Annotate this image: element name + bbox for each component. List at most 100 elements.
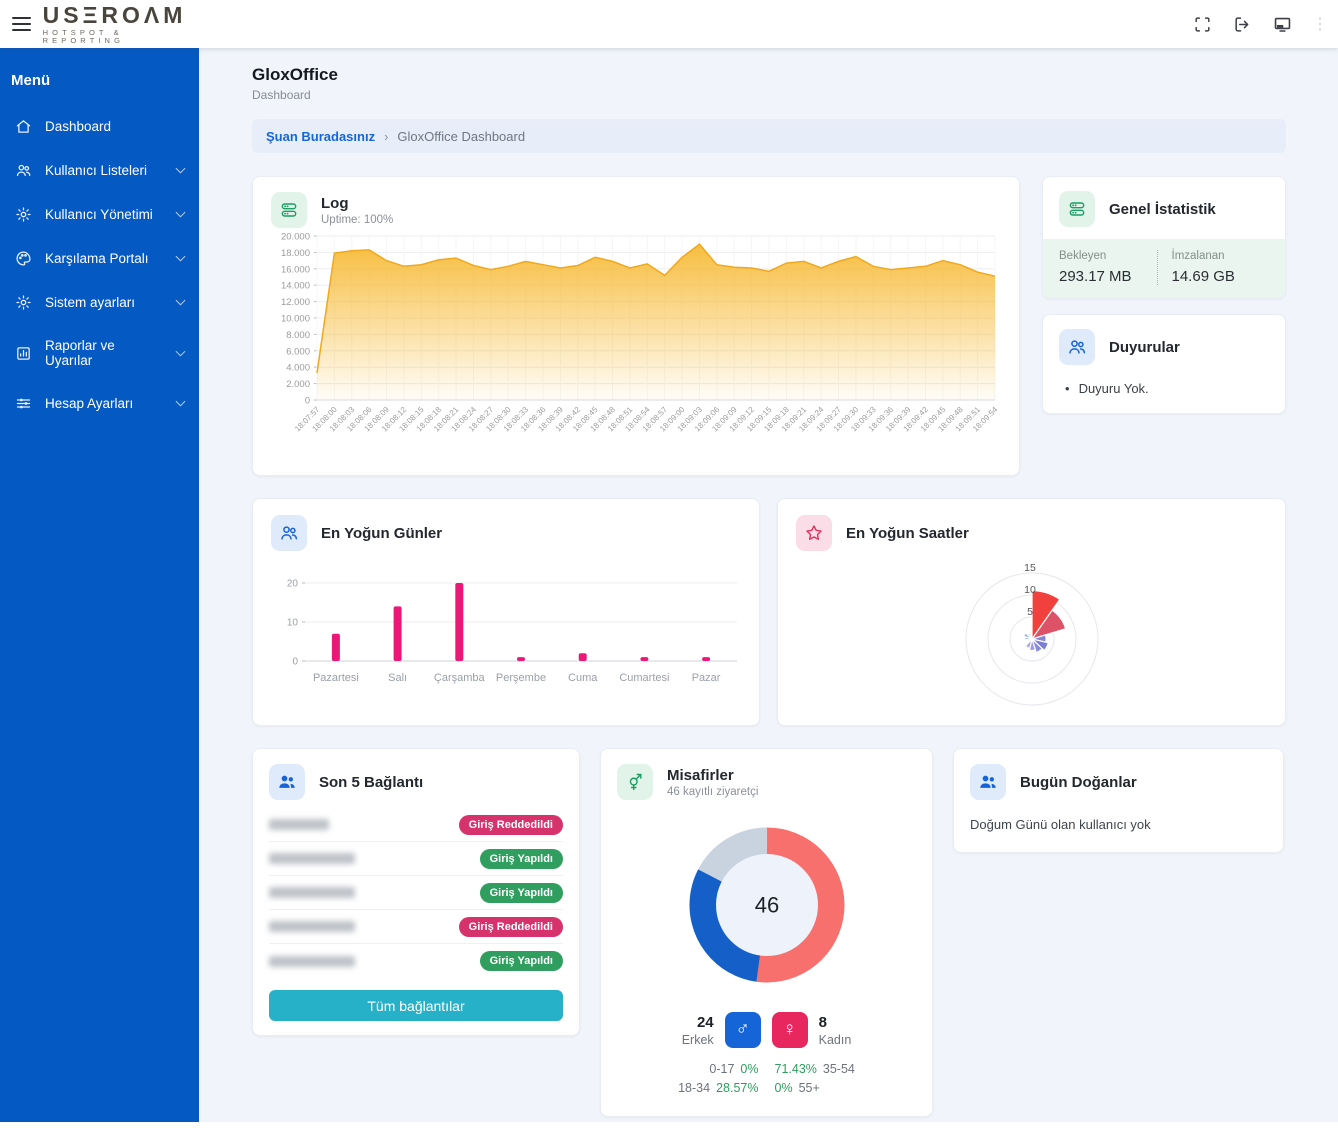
svg-text:Salı: Salı [388, 672, 407, 684]
sidebar-item-kullan-c-y-netimi[interactable]: Kullanıcı Yönetimi [0, 197, 199, 232]
chevron-down-icon [176, 252, 186, 262]
redacted-username [269, 921, 355, 932]
svg-text:0: 0 [305, 396, 310, 407]
users-icon [269, 764, 305, 800]
status-badge: Giriş Reddedildi [459, 815, 563, 835]
svg-text:14.000: 14.000 [281, 281, 310, 292]
page-subtitle: Dashboard [252, 88, 1286, 102]
svg-text:Çarşamba: Çarşamba [434, 672, 486, 684]
connection-row: Giriş Reddedildi [269, 808, 563, 842]
busiest-days-card: En Yoğun Günler 01020PazartesiSalıÇarşam… [252, 498, 760, 726]
status-badge: Giriş Reddedildi [459, 917, 563, 937]
sidebar-menu: Dashboard Kullanıcı Listeleri Kullanıcı … [0, 109, 199, 421]
age-row: 18-3428.57% [641, 1079, 759, 1098]
chevron-down-icon [176, 397, 186, 407]
svg-text:8.000: 8.000 [286, 330, 310, 341]
male-label: Erkek [682, 1033, 714, 1047]
svg-text:Cuma: Cuma [568, 672, 598, 684]
age-row: 0%55+ [775, 1079, 893, 1098]
announcements-empty-text: •Duyuru Yok. [1059, 381, 1269, 396]
log-area-chart: 02.0004.0006.0008.00010.00012.00014.0001… [271, 228, 1001, 460]
sidebar-item-dashboard[interactable]: Dashboard [0, 109, 199, 144]
server-icon [271, 192, 307, 228]
sidebar-item-label: Hesap Ayarları [45, 396, 133, 411]
redacted-username [269, 819, 329, 830]
pending-value: 293.17 MB [1059, 268, 1157, 285]
svg-text:10.000: 10.000 [281, 314, 310, 325]
sidebar-item-sistem-ayarlar-[interactable]: Sistem ayarları [0, 285, 199, 320]
breadcrumb: Şuan Buradasınız › GloxOffice Dashboard [252, 119, 1286, 153]
stats-values: Bekleyen 293.17 MB İmzalanan 14.69 GB [1043, 239, 1285, 298]
stats-card-title: Genel İstatistik [1109, 201, 1216, 218]
announcements-card: Duyurular •Duyuru Yok. [1042, 314, 1286, 414]
sidebar-item-raporlar-ve-uyar-lar[interactable]: Raporlar ve Uyarılar [0, 329, 199, 377]
sidebar-item-label: Sistem ayarları [45, 295, 135, 310]
star-icon [796, 515, 832, 551]
redacted-username [269, 853, 355, 864]
bullet-icon: • [1065, 381, 1070, 396]
birthdays-empty-text: Doğum Günü olan kullanıcı yok [970, 817, 1267, 832]
busiest-hours-card: En Yoğun Saatler 51015 [777, 498, 1286, 726]
guests-card: Misafirler 46 kayıtlı ziyaretçi 46 24 Er… [600, 748, 933, 1117]
svg-text:0: 0 [292, 657, 298, 668]
chevron-down-icon [176, 208, 186, 218]
female-icon[interactable]: ♀ [772, 1012, 808, 1048]
sidebar: Menü Dashboard Kullanıcı Listeleri Kulla… [0, 48, 199, 1122]
busiest-days-title: En Yoğun Günler [321, 525, 442, 542]
page-title: GloxOffice [252, 65, 1286, 85]
svg-text:16.000: 16.000 [281, 264, 310, 275]
male-icon[interactable]: ♂ [725, 1012, 761, 1048]
sidebar-item-label: Karşılama Portalı [45, 251, 149, 266]
all-connections-button[interactable]: Tüm bağlantılar [269, 990, 563, 1021]
guests-subtitle: 46 kayıtlı ziyaretçi [667, 786, 758, 798]
connection-list: Giriş Reddedildi Giriş Yapıldı Giriş Yap… [269, 808, 563, 978]
server-icon [1059, 191, 1095, 227]
guests-title: Misafirler [667, 767, 758, 784]
svg-text:Pazar: Pazar [692, 672, 721, 684]
users-icon [970, 764, 1006, 800]
log-card: Log Uptime: 100% 02.0004.0006.0008.00010… [252, 176, 1020, 476]
svg-text:6.000: 6.000 [286, 346, 310, 357]
logo-tagline: HOTSPOT & REPORTING [43, 29, 199, 44]
last-connections-card: Son 5 Bağlantı Giriş Reddedildi Giriş Ya… [252, 748, 580, 1036]
female-count: 8 [819, 1014, 852, 1031]
connection-row: Giriş Yapıldı [269, 876, 563, 910]
svg-text:20: 20 [287, 579, 299, 590]
svg-text:46: 46 [754, 893, 778, 918]
age-stats: 0-170% 18-3428.57% 71.43%35-54 0%55+ [617, 1060, 916, 1098]
main-content: GloxOffice Dashboard Şuan Buradasınız › … [199, 48, 1338, 1122]
signed-label: İmzalanan [1172, 250, 1270, 262]
gender-icon [617, 764, 653, 800]
sidebar-item-hesap-ayarlar-[interactable]: Hesap Ayarları [0, 386, 199, 421]
busiest-days-bar-chart: 01020PazartesiSalıÇarşambaPerşembeCumaCu… [271, 569, 743, 697]
gear-icon [15, 294, 32, 311]
busiest-hours-title: En Yoğun Saatler [846, 525, 969, 542]
logout-icon[interactable] [1232, 14, 1252, 34]
general-statistics-card: Genel İstatistik Bekleyen 293.17 MB İmza… [1042, 176, 1286, 299]
sliders-icon [15, 395, 32, 412]
sidebar-item-kar-lama-portal-[interactable]: Karşılama Portalı [0, 241, 199, 276]
redacted-username [269, 887, 355, 898]
chevron-down-icon [176, 346, 186, 356]
svg-text:Pazartesi: Pazartesi [313, 672, 359, 684]
chevron-down-icon [176, 164, 186, 174]
svg-text:10: 10 [1024, 584, 1036, 596]
more-vertical-icon[interactable]: ⋮ [1312, 14, 1328, 34]
home-icon [15, 118, 32, 135]
birthdays-title: Bugün Doğanlar [1020, 774, 1137, 791]
hamburger-menu-button[interactable] [12, 13, 31, 35]
users-icon [15, 162, 32, 179]
gear-icon [15, 206, 32, 223]
age-row: 71.43%35-54 [775, 1060, 893, 1079]
sidebar-item-kullan-c-listeleri[interactable]: Kullanıcı Listeleri [0, 153, 199, 188]
male-count: 24 [682, 1014, 714, 1031]
connection-row: Giriş Yapıldı [269, 944, 563, 978]
breadcrumb-home-link[interactable]: Şuan Buradasınız [266, 129, 375, 144]
topbar-actions: ⋮ [1192, 14, 1338, 34]
status-badge: Giriş Yapıldı [480, 951, 563, 971]
sidebar-menu-label: Menü [0, 48, 199, 95]
birthdays-card: Bugün Doğanlar Doğum Günü olan kullanıcı… [953, 748, 1284, 853]
log-uptime: Uptime: 100% [321, 214, 393, 226]
fullscreen-icon[interactable] [1192, 14, 1212, 34]
display-icon[interactable] [1272, 14, 1292, 34]
